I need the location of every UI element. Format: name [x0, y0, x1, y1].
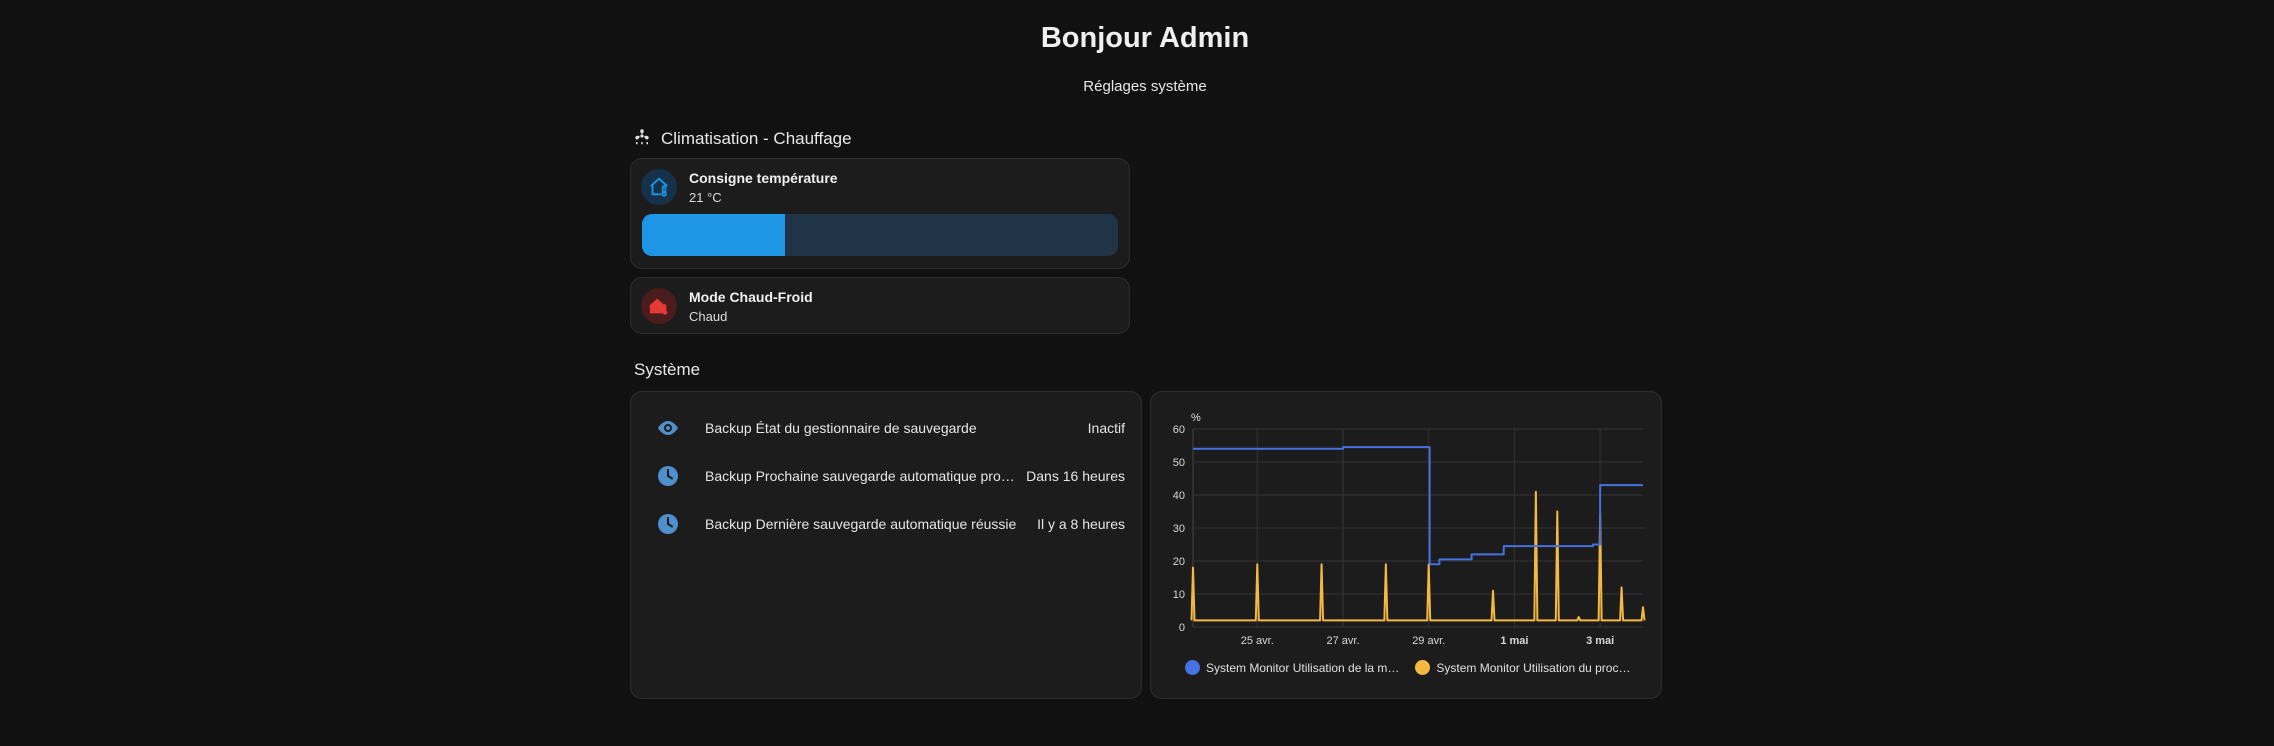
x-tick-label: 25 avr. [1241, 635, 1274, 647]
entities-card: Backup État du gestionnaire de sauvegard… [630, 391, 1142, 699]
fan-heat-icon [633, 127, 651, 150]
home-thermometer-icon [641, 169, 677, 205]
entity-value: Il y a 8 heures [1037, 516, 1125, 532]
mode-tile[interactable]: Mode Chaud-Froid Chaud [630, 277, 1130, 334]
home-heat-icon [641, 288, 677, 324]
setpoint-tile[interactable]: Consigne température 21 °C [630, 158, 1130, 269]
x-tick-label: 3 mai [1586, 635, 1614, 647]
entity-name: Backup État du gestionnaire de sauvegard… [705, 420, 977, 436]
mode-state: Chaud [689, 308, 728, 324]
y-tick-label: 40 [1173, 490, 1185, 502]
setpoint-state: 21 °C [689, 189, 722, 205]
series-line-cpu [1190, 490, 1646, 622]
legend-label-memory: System Monitor Utilisation de la m… [1206, 660, 1400, 675]
entity-value: Dans 16 heures [1026, 468, 1125, 484]
y-tick-label: 60 [1173, 424, 1185, 436]
section-header-climate: Climatisation - Chauffage [633, 127, 852, 150]
legend-dot-memory [1185, 660, 1200, 675]
section-header-system: Système [634, 360, 700, 380]
entity-name: Backup Prochaine sauvegarde automatique … [705, 468, 1016, 484]
y-tick-label: 30 [1173, 523, 1185, 535]
entity-row[interactable]: Backup Prochaine sauvegarde automatique … [631, 456, 1141, 496]
entity-row[interactable]: Backup Dernière sauvegarde automatique r… [631, 504, 1141, 544]
section-title-system: Système [634, 360, 701, 379]
entity-name: Backup Dernière sauvegarde automatique r… [705, 516, 1017, 532]
setpoint-slider-fill [642, 214, 785, 256]
legend-item-memory[interactable]: System Monitor Utilisation de la m… [1185, 660, 1399, 675]
x-tick-label: 29 avr. [1412, 635, 1445, 647]
y-tick-label: 50 [1173, 457, 1185, 469]
x-tick-label: 1 mai [1500, 635, 1528, 647]
entity-row[interactable]: Backup État du gestionnaire de sauvegard… [631, 408, 1141, 448]
y-tick-label: 10 [1173, 589, 1185, 601]
page-subtitle: Réglages système [1083, 78, 1207, 95]
section-title-climate: Climatisation - Chauffage [661, 128, 852, 148]
eye-icon [655, 416, 681, 440]
y-tick-label: 0 [1179, 622, 1185, 634]
series-line-memory [1193, 446, 1643, 566]
history-chart[interactable]: % 0 10 20 30 40 50 60 25 avr. 27 avr. 29 avr. 1 mai… [1151, 392, 1663, 652]
clock-icon [655, 464, 681, 488]
x-tick-label: 27 avr. [1326, 635, 1359, 647]
legend-label-cpu: System Monitor Utilisation du proc… [1436, 660, 1631, 675]
legend-dot-cpu [1415, 660, 1431, 675]
history-graph-card: % 0 10 20 30 40 50 60 25 avr. 27 avr. 29 avr. 1 mai… [1150, 391, 1662, 699]
chart-legend: System Monitor Utilisation de la m… Syst… [1185, 660, 1630, 675]
entity-value: Inactif [1087, 420, 1125, 436]
setpoint-name: Consigne température [689, 169, 838, 186]
clock-icon [655, 512, 681, 536]
mode-name: Mode Chaud-Froid [689, 288, 813, 305]
setpoint-slider[interactable] [642, 214, 1118, 256]
page-title: Bonjour Admin [1040, 22, 1250, 54]
y-tick-label: 20 [1173, 556, 1185, 568]
y-unit-label: % [1191, 412, 1201, 424]
legend-item-cpu[interactable]: System Monitor Utilisation du proc… [1415, 660, 1630, 675]
